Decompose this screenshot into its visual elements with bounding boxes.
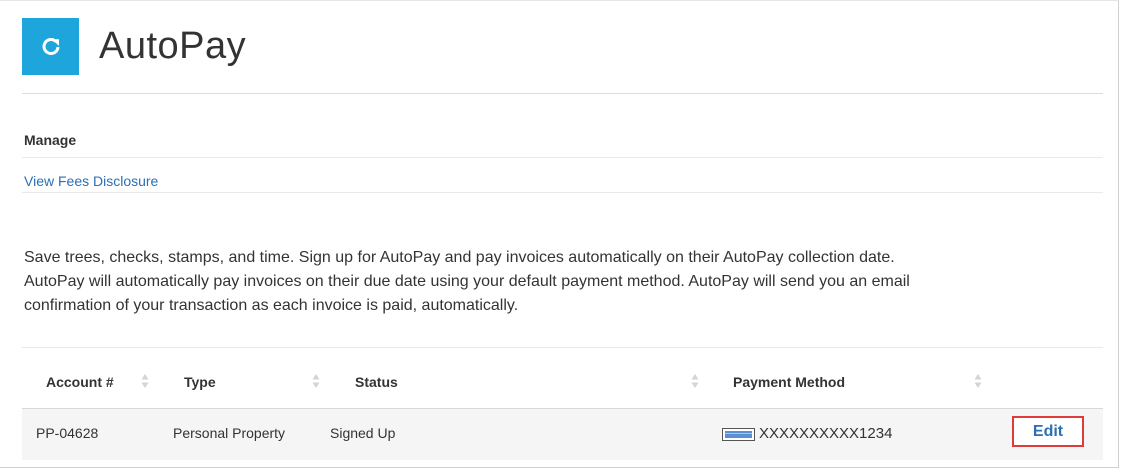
column-header-status[interactable]: Status	[355, 374, 398, 390]
column-header-type[interactable]: Type	[184, 374, 216, 390]
page-header: AutoPay	[22, 18, 246, 75]
column-header-payment-method[interactable]: Payment Method	[733, 374, 845, 390]
sort-icon[interactable]	[141, 373, 149, 389]
autopay-description: Save trees, checks, stamps, and time. Si…	[24, 249, 910, 314]
autopay-status: Signed Up	[330, 425, 396, 441]
autopay-logo	[22, 18, 79, 75]
masked-payment-number: XXXXXXXXXX1234	[759, 425, 893, 442]
sort-icon[interactable]	[312, 373, 320, 389]
table-top-divider	[22, 347, 1103, 348]
account-number: PP-04628	[36, 425, 99, 441]
manage-divider	[22, 157, 1103, 158]
credit-card-icon	[722, 428, 755, 441]
column-header-account[interactable]: Account #	[46, 374, 114, 390]
account-type: Personal Property	[173, 425, 286, 441]
fees-divider	[22, 192, 1103, 193]
page-title: AutoPay	[99, 25, 247, 67]
view-fees-disclosure-link[interactable]: View Fees Disclosure	[24, 173, 158, 189]
header-divider	[22, 93, 1103, 94]
refresh-icon	[39, 35, 63, 59]
sort-icon[interactable]	[974, 373, 982, 389]
manage-heading: Manage	[24, 132, 77, 148]
sort-icon[interactable]	[691, 373, 699, 389]
edit-button[interactable]: Edit	[1012, 416, 1084, 447]
